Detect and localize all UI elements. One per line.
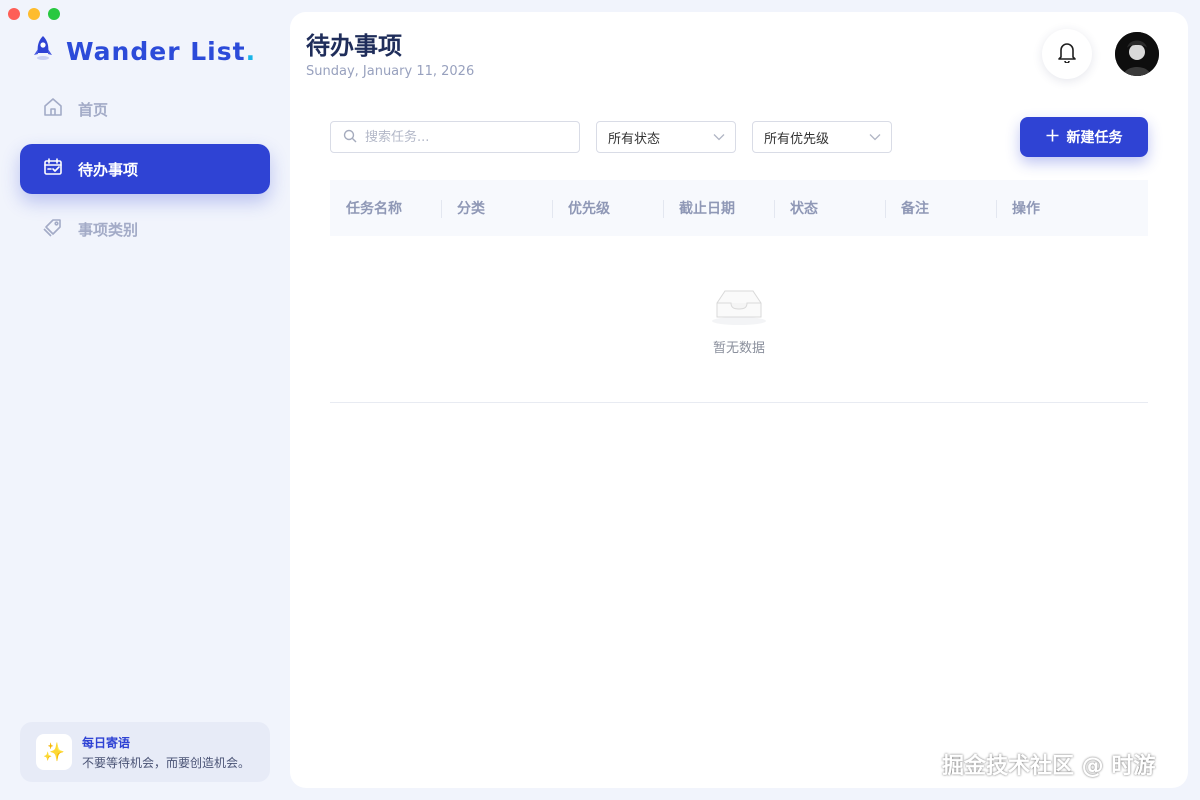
sidebar-item-label: 事项类别 xyxy=(78,220,139,239)
empty-state: 暂无数据 xyxy=(330,236,1148,403)
daily-quote-card: ✨ 每日寄语 不要等待机会，而要创造机会。 xyxy=(20,722,270,782)
table-header: 任务名称 分类 优先级 截止日期 状态 备注 操作 xyxy=(330,180,1148,236)
column-header[interactable]: 状态 xyxy=(774,198,885,218)
column-header[interactable]: 分类 xyxy=(441,198,552,218)
search-input[interactable] xyxy=(363,128,567,146)
empty-inbox-icon xyxy=(707,283,771,331)
chevron-down-icon xyxy=(869,130,881,145)
status-filter-select[interactable]: 所有状态 xyxy=(596,121,736,153)
tag-icon xyxy=(42,216,64,242)
column-header[interactable]: 任务名称 xyxy=(330,198,441,218)
avatar[interactable] xyxy=(1115,32,1159,76)
page-title: 待办事项 xyxy=(306,32,402,60)
column-header[interactable]: 备注 xyxy=(885,198,996,218)
search-icon xyxy=(343,128,357,147)
brand: Wander List. xyxy=(30,34,256,68)
new-task-button[interactable]: 新建任务 xyxy=(1020,117,1148,157)
rocket-icon xyxy=(30,34,56,68)
status-filter-value: 所有状态 xyxy=(608,131,661,147)
column-header[interactable]: 操作 xyxy=(996,198,1107,218)
main-panel: 待办事项 Sunday, January 11, 2026 所有状态 xyxy=(290,12,1188,788)
sidebar-item-label: 首页 xyxy=(78,100,109,119)
sidebar-item-label: 待办事项 xyxy=(78,160,139,179)
watermark: 掘金技术社区 @ 时游 xyxy=(942,754,1156,779)
priority-filter-value: 所有优先级 xyxy=(764,131,830,147)
bell-icon xyxy=(1057,41,1077,67)
sidebar: Wander List. 首页 待办事项 事项类别 ✨ 每日寄语 不要等待机会，… xyxy=(0,0,290,800)
priority-filter-select[interactable]: 所有优先级 xyxy=(752,121,892,153)
sidebar-item-todo[interactable]: 待办事项 xyxy=(20,144,270,194)
quote-title: 每日寄语 xyxy=(82,735,131,750)
sidebar-nav: 首页 待办事项 事项类别 xyxy=(20,84,270,264)
sidebar-item-categories[interactable]: 事项类别 xyxy=(20,204,270,254)
page-date: Sunday, January 11, 2026 xyxy=(306,64,475,79)
plus-icon xyxy=(1046,129,1059,146)
sidebar-item-home[interactable]: 首页 xyxy=(20,84,270,134)
task-table: 任务名称 分类 优先级 截止日期 状态 备注 操作 暂无数据 xyxy=(330,180,1148,403)
brand-name: Wander List. xyxy=(66,36,257,66)
column-header[interactable]: 截止日期 xyxy=(663,198,774,218)
notifications-button[interactable] xyxy=(1042,29,1092,79)
home-icon xyxy=(42,96,64,122)
new-task-label: 新建任务 xyxy=(1066,130,1123,146)
empty-text: 暂无数据 xyxy=(712,340,765,356)
quote-text: 不要等待机会，而要创造机会。 xyxy=(82,755,251,770)
chevron-down-icon xyxy=(713,130,725,145)
sparkles-icon: ✨ xyxy=(36,734,72,770)
column-header[interactable]: 优先级 xyxy=(552,198,663,218)
search-box[interactable] xyxy=(330,121,580,153)
calendar-check-icon xyxy=(42,156,64,182)
